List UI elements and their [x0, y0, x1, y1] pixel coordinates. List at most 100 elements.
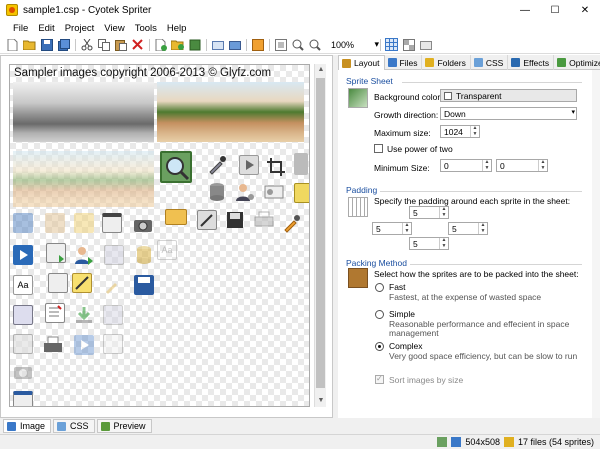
chevron-down-icon: ▾	[571, 109, 575, 116]
minimum-height-input[interactable]: 0 ▲ ▼	[496, 159, 548, 172]
grid-icon[interactable]	[385, 38, 398, 51]
minimum-width-input[interactable]: 0 ▲ ▼	[440, 159, 492, 172]
toolbar-separator	[149, 38, 150, 51]
checkerboard-icon[interactable]	[402, 38, 415, 51]
spin-icon[interactable]: ▲ ▼	[538, 159, 547, 171]
simple-radio[interactable]	[375, 310, 384, 319]
complex-radio[interactable]	[375, 342, 384, 351]
new-file-icon[interactable]	[6, 38, 19, 51]
fast-radio[interactable]	[375, 283, 384, 292]
spin-icon[interactable]: ▲ ▼	[402, 222, 411, 234]
zoom-value: 100%	[331, 39, 355, 50]
settings-scrollbar[interactable]	[592, 70, 600, 418]
close-button[interactable]: ✕	[570, 0, 600, 20]
spin-icon[interactable]: ▲ ▼	[439, 206, 448, 218]
add-folder-icon[interactable]	[171, 38, 184, 51]
tab-optimize[interactable]: Optimize	[554, 55, 600, 70]
spin-icon[interactable]: ▲ ▼	[482, 159, 491, 171]
spin-icon[interactable]: ▲ ▼	[470, 125, 479, 137]
cut-icon[interactable]	[80, 38, 93, 51]
open-folder-icon[interactable]	[23, 38, 36, 51]
settings-icon[interactable]	[251, 38, 264, 51]
menu-view[interactable]: View	[99, 23, 129, 34]
growth-direction-select[interactable]: Down ▾	[440, 107, 577, 120]
padding-left-input[interactable]: 5 ▲ ▼	[372, 222, 412, 235]
sort-images-checkbox[interactable]	[375, 374, 384, 384]
fast-description: Fastest, at the expense of wasted space	[389, 292, 542, 302]
menu-edit[interactable]: Edit	[33, 23, 59, 34]
folder-icon	[74, 213, 94, 233]
canvas-vertical-scrollbar[interactable]: ▲ ▼	[314, 64, 326, 407]
menu-help[interactable]: Help	[162, 23, 192, 34]
tab-label: CSS	[70, 421, 89, 431]
delete-icon[interactable]	[131, 38, 144, 51]
padding-bottom-input[interactable]: 5 ▲ ▼	[409, 237, 449, 250]
tab-label: CSS	[485, 57, 504, 68]
add-files-icon[interactable]	[154, 38, 167, 51]
copy-icon[interactable]	[97, 38, 110, 51]
tab-files[interactable]: Files	[385, 55, 423, 70]
maximize-button[interactable]: ☐	[540, 0, 570, 20]
paste-icon[interactable]	[114, 38, 127, 51]
toolbar: 100% ▾	[0, 36, 600, 54]
status-bar: 504x508 17 files (54 sprites)	[0, 434, 600, 449]
scrollbar-thumb[interactable]	[316, 78, 325, 388]
dropper-faded-icon	[103, 275, 123, 295]
save-icon[interactable]	[40, 38, 53, 51]
spin-icon[interactable]: ▲ ▼	[439, 237, 448, 249]
background-icon[interactable]	[419, 38, 432, 51]
binary-file-icon	[46, 243, 66, 263]
play-faded-icon	[74, 335, 94, 355]
eyedropper-icon	[207, 155, 227, 175]
menu-bar: File Edit Project View Tools Help	[0, 20, 600, 36]
menu-file[interactable]: File	[8, 23, 33, 34]
database-icon	[207, 182, 227, 202]
chevron-down-icon: ▾	[374, 39, 379, 49]
minimum-size-label: Minimum Size:	[374, 163, 430, 173]
save-all-icon[interactable]	[57, 38, 70, 51]
refresh-icon[interactable]	[228, 38, 241, 51]
window-title: sample1.csp - Cyotek Spriter	[23, 4, 152, 16]
build-icon[interactable]	[188, 38, 201, 51]
padding-top-input[interactable]: 5 ▲ ▼	[409, 206, 449, 219]
tab-css-view[interactable]: CSS	[53, 419, 95, 433]
save-disk-icon	[13, 213, 33, 233]
tab-preview[interactable]: Preview	[96, 419, 152, 433]
simple-description-cont: management	[389, 328, 439, 338]
files-icon	[387, 58, 397, 67]
package-box-icon	[348, 268, 368, 288]
menu-tools[interactable]: Tools	[130, 23, 162, 34]
padding-right-input[interactable]: 5 ▲ ▼	[448, 222, 488, 235]
growth-direction-label: Growth direction:	[374, 110, 439, 120]
tab-label: Optimize	[569, 57, 600, 68]
maximum-size-input[interactable]: 1024 ▲ ▼	[440, 125, 480, 138]
note-check-icon	[294, 183, 309, 203]
tab-effects[interactable]: Effects	[508, 55, 555, 70]
tab-layout[interactable]: Layout	[338, 55, 385, 70]
scroll-up-arrow-icon[interactable]: ▲	[315, 64, 327, 76]
scroll-down-arrow-icon[interactable]: ▼	[315, 395, 327, 407]
menu-project[interactable]: Project	[60, 23, 100, 34]
export-icon[interactable]	[211, 38, 224, 51]
play-button-icon	[13, 245, 33, 265]
maximum-size-label: Maximum size:	[374, 128, 431, 138]
tab-folders[interactable]: Folders	[422, 55, 471, 70]
sort-images-label: Sort images by size	[389, 375, 464, 385]
background-color-picker[interactable]: Transparent	[440, 89, 577, 102]
tab-image[interactable]: Image	[3, 419, 52, 433]
minimize-button[interactable]: —	[510, 0, 540, 20]
sprite-sheet-canvas[interactable]: Sampler images copyright 2006-2013 © Gly…	[9, 64, 310, 407]
zoom-to-fit-icon[interactable]	[274, 38, 287, 51]
use-power-of-two-label: Use power of two	[387, 144, 453, 154]
zoom-select[interactable]: 100% ▾	[331, 39, 379, 50]
use-power-of-two-checkbox[interactable]	[374, 144, 383, 153]
growth-direction-value: Down	[444, 108, 466, 119]
zoom-in-icon[interactable]	[291, 38, 304, 51]
layout-icon	[342, 58, 351, 68]
tab-css[interactable]: CSS	[471, 55, 509, 70]
spin-icon[interactable]: ▲ ▼	[478, 222, 487, 234]
zoom-out-icon[interactable]	[308, 38, 321, 51]
tab-label: Image	[20, 421, 46, 431]
packing-method-title: Packing Method	[346, 258, 407, 268]
complex-label: Complex	[389, 341, 423, 351]
